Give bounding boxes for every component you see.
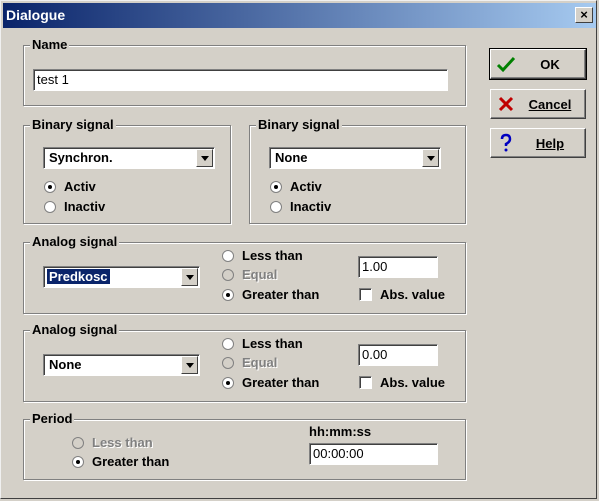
analog1-value-input[interactable]: 1.00 [358,256,438,278]
cancel-label: Cancel [528,97,572,112]
name-group: Name test 1 [23,37,466,106]
question-icon [500,133,512,152]
radio-icon [222,376,234,389]
binary-signal-legend-1: Binary signal [30,117,116,132]
radio-label: Equal [242,355,278,370]
radio-label: Activ [290,179,322,194]
analog-signal-select-1[interactable]: Predkosc [43,266,200,288]
analog2-less-radio[interactable]: Less than [222,336,303,351]
chevron-down-icon[interactable] [196,149,213,167]
time-format-label: hh:mm:ss [309,424,372,439]
period-group: Period Less than Greater than hh:mm:ss 0… [23,411,466,480]
binary1-activ-radio[interactable]: Activ [44,179,96,194]
ok-label: OK [540,57,560,72]
radio-icon [270,200,282,213]
analog-signal-group-1: Analog signal Predkosc Less than Equal G… [23,234,466,314]
checkbox-icon [359,376,372,389]
checkmark-icon [496,56,516,73]
x-icon [498,96,514,112]
binary-signal-select-2[interactable]: None [269,147,441,169]
radio-label: Greater than [242,287,320,302]
binary-signal-group-2: Binary signal None Activ Inactiv [249,117,466,224]
dialog-window: Dialogue × Name test 1 Binary signal Syn… [0,0,597,499]
analog-signal-legend-1: Analog signal [30,234,120,249]
radio-label: Greater than [242,375,320,390]
radio-label: Activ [64,179,96,194]
binary1-inactiv-radio[interactable]: Inactiv [44,199,105,214]
radio-icon [270,180,282,193]
radio-icon [44,200,56,213]
radio-icon [222,288,234,301]
radio-icon [44,180,56,193]
analog-signal-select-2[interactable]: None [43,354,200,376]
analog1-equal-radio: Equal [222,267,277,282]
radio-icon [72,455,84,468]
binary2-activ-radio[interactable]: Activ [270,179,322,194]
analog2-greater-radio[interactable]: Greater than [222,375,319,390]
close-icon: × [580,7,588,22]
analog2-value-input[interactable]: 0.00 [358,344,438,366]
binary-signal-group-1: Binary signal Synchron. Activ Inactiv [23,117,231,224]
window-title: Dialogue [6,7,66,23]
radio-icon [72,436,84,449]
period-legend: Period [30,411,75,426]
analog-signal-group-2: Analog signal None Less than Equal Great… [23,322,466,402]
radio-icon [222,268,234,281]
period-less-radio: Less than [72,435,153,450]
period-greater-radio[interactable]: Greater than [72,454,169,469]
radio-label: Inactiv [290,199,332,214]
chevron-down-icon[interactable] [181,268,198,286]
checkbox-label: Abs. value [380,375,446,390]
radio-icon [222,337,234,350]
radio-icon [222,356,234,369]
analog2-abs-checkbox[interactable]: Abs. value [359,375,445,390]
help-button[interactable]: Help [490,128,586,158]
analog1-greater-radio[interactable]: Greater than [222,287,319,302]
radio-label: Inactiv [64,199,106,214]
radio-label: Less than [242,248,303,263]
title-bar[interactable]: Dialogue × [3,3,596,28]
chevron-down-icon[interactable] [181,356,198,374]
binary-signal-value-2: None [275,150,308,165]
close-button[interactable]: × [575,7,593,23]
radio-label: Greater than [92,454,170,469]
cancel-button[interactable]: Cancel [490,89,586,119]
binary-signal-legend-2: Binary signal [256,117,342,132]
checkbox-label: Abs. value [380,287,446,302]
ok-button[interactable]: OK [489,48,587,80]
analog-signal-legend-2: Analog signal [30,322,120,337]
help-label: Help [535,136,565,151]
radio-icon [222,249,234,262]
analog-signal-value-2: None [49,357,82,372]
name-legend: Name [30,37,70,52]
analog1-less-radio[interactable]: Less than [222,248,303,263]
name-input[interactable]: test 1 [33,69,448,91]
analog1-abs-checkbox[interactable]: Abs. value [359,287,445,302]
analog-signal-value-1: Predkosc [46,268,111,285]
binary-signal-select-1[interactable]: Synchron. [43,147,215,169]
checkbox-icon [359,288,372,301]
radio-label: Equal [242,267,278,282]
binary-signal-value-1: Synchron. [49,150,113,165]
chevron-down-icon[interactable] [422,149,439,167]
radio-label: Less than [92,435,153,450]
radio-label: Less than [242,336,303,351]
period-time-input[interactable]: 00:00:00 [309,443,438,465]
binary2-inactiv-radio[interactable]: Inactiv [270,199,331,214]
analog2-equal-radio: Equal [222,355,277,370]
